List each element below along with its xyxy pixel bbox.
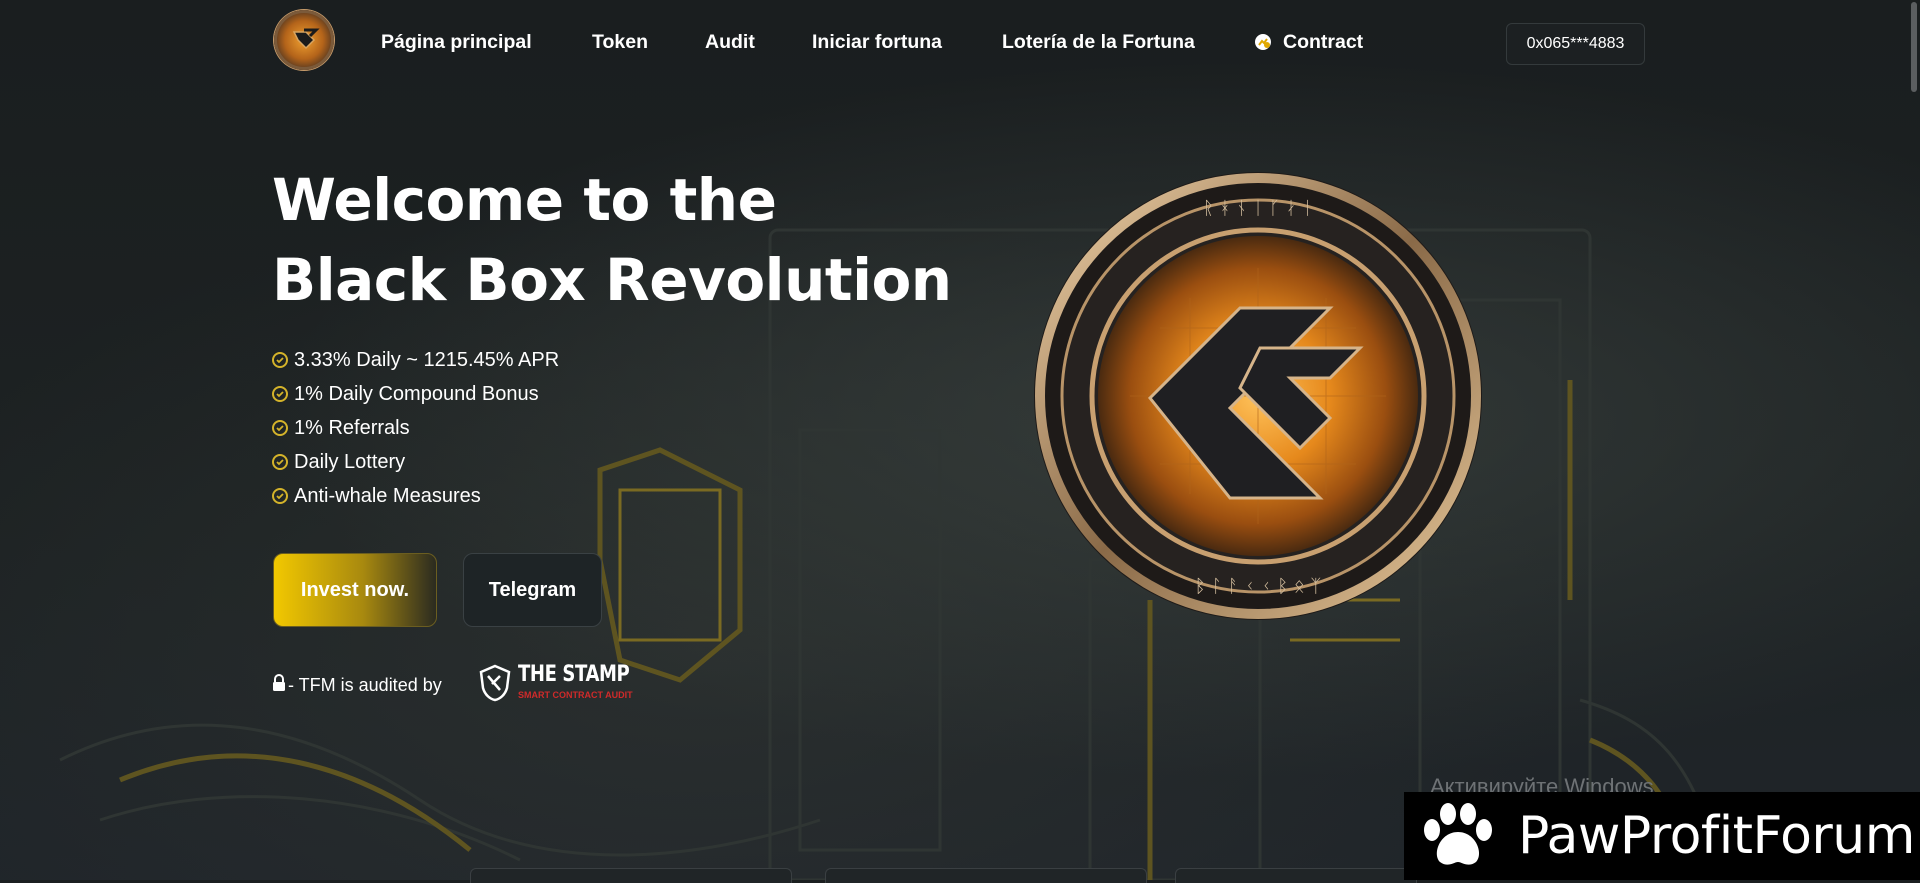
svg-text:ᚱ ᚼ ᚾ ᛁ ᚴ ᛅ ᛁ: ᚱ ᚼ ᚾ ᛁ ᚴ ᛅ ᛁ (1203, 198, 1313, 219)
feature-item: 1% Referrals (272, 411, 559, 445)
nav-link-contract[interactable]: Contract (1283, 31, 1363, 54)
banner-text: PawProfitForum (1518, 806, 1915, 866)
the-stamp-audit-logo[interactable]: THE STAMP SMART CONTRACT AUDIT (478, 660, 633, 706)
stamp-title: THE STAMP (518, 662, 630, 687)
hero-title-line2: Black Box Revolution (272, 246, 952, 314)
contract-icon[interactable] (1254, 33, 1272, 56)
card-edge (470, 868, 792, 883)
feature-text: 1% Daily Compound Bonus (294, 382, 539, 405)
feature-item: 1% Daily Compound Bonus (272, 377, 559, 411)
tfm-coin-image: ᚱ ᚼ ᚾ ᛁ ᚴ ᛅ ᛁ ᛒ ᛚ ᚨ ᚲ ᚲ ᛒ ᛟ ᛉ (1034, 172, 1482, 620)
svg-text:ᛒ ᛚ ᚨ ᚲ ᚲ ᛒ ᛟ ᛉ: ᛒ ᛚ ᚨ ᚲ ᚲ ᛒ ᛟ ᛉ (1195, 576, 1322, 597)
page-scrollbar[interactable] (1911, 2, 1917, 92)
telegram-button[interactable]: Telegram (463, 553, 602, 627)
audit-notice: - TFM is audited by (272, 670, 442, 700)
audit-text: - TFM is audited by (288, 674, 442, 695)
nav-link-token[interactable]: Token (592, 31, 648, 54)
check-circle-icon (272, 488, 288, 504)
hero-title-line1: Welcome to the (272, 166, 777, 234)
tfm-logo-icon[interactable] (274, 10, 334, 70)
feature-text: Daily Lottery (294, 450, 406, 473)
feature-text: 3.33% Daily ~ 1215.45% APR (294, 348, 560, 371)
wallet-address-button[interactable]: 0x065***4883 (1506, 23, 1645, 65)
feature-item: Anti-whale Measures (272, 479, 559, 513)
check-circle-icon (272, 352, 288, 368)
top-navigation: Página principal Token Audit Iniciar for… (0, 0, 1920, 86)
nav-link-home[interactable]: Página principal (381, 31, 532, 54)
check-circle-icon (272, 386, 288, 402)
feature-text: Anti-whale Measures (294, 484, 481, 507)
paw-icon (1424, 803, 1492, 865)
check-circle-icon (272, 454, 288, 470)
nav-link-start-fortune[interactable]: Iniciar fortuna (812, 31, 942, 54)
nav-link-audit[interactable]: Audit (705, 31, 755, 54)
feature-item: Daily Lottery (272, 445, 559, 479)
stamp-shield-icon (479, 664, 511, 702)
invest-now-button[interactable]: Invest now. (273, 553, 437, 627)
pawprofitforum-banner: PawProfitForum (1404, 792, 1920, 880)
feature-list: 3.33% Daily ~ 1215.45% APR 1% Daily Comp… (272, 343, 559, 513)
stamp-subtitle: SMART CONTRACT AUDIT (518, 690, 633, 700)
card-edge (1175, 868, 1417, 883)
nav-link-fortune-lottery[interactable]: Lotería de la Fortuna (1002, 31, 1195, 54)
card-edge (825, 868, 1147, 883)
feature-text: 1% Referrals (294, 416, 410, 439)
check-circle-icon (272, 420, 288, 436)
lock-icon (272, 673, 286, 697)
bottom-cards-peek (470, 868, 1417, 883)
hero-title: Welcome to the Black Box Revolution (272, 160, 952, 320)
feature-item: 3.33% Daily ~ 1215.45% APR (272, 343, 559, 377)
